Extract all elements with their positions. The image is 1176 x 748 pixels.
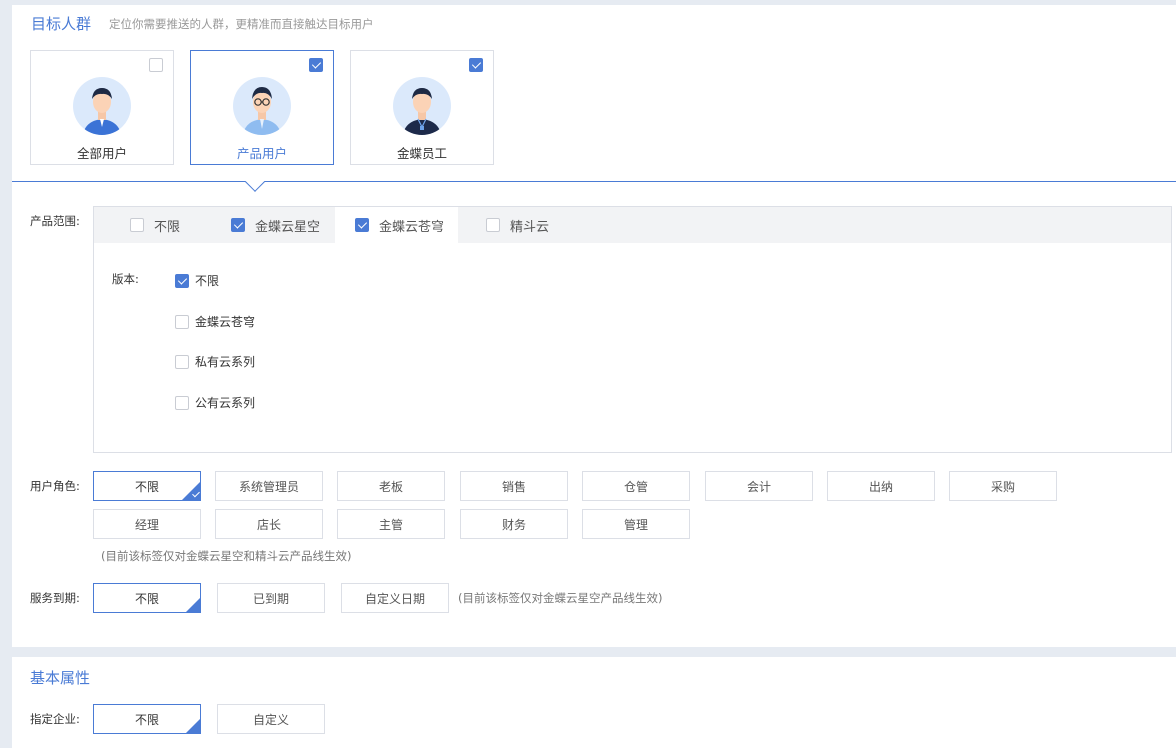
service-tag-label: 不限: [134, 591, 159, 606]
company-tag-unlimited[interactable]: 不限: [93, 704, 201, 734]
version-option-label: 金蝶云苍穹: [195, 315, 256, 329]
audience-label-all-users: 全部用户: [76, 146, 127, 161]
audience-checkbox-kingdee-staff[interactable]: [469, 58, 483, 72]
version-checkbox[interactable]: [175, 354, 189, 369]
staff-avatar-icon: [393, 77, 451, 135]
version-option-cangqiong[interactable]: 金蝶云苍穹: [175, 313, 255, 330]
version-label: 版本:: [112, 272, 139, 286]
section-subtitle-target: 定位你需要推送的人群，更精准而直接触达目标用户: [109, 17, 374, 31]
service-tag-expired[interactable]: 已到期: [217, 583, 325, 613]
role-tag-accountant[interactable]: 会计: [705, 471, 813, 501]
user-with-glasses-avatar-icon: [233, 77, 291, 135]
role-tag-sales[interactable]: 销售: [460, 471, 568, 501]
role-tag-label: 财务: [501, 517, 526, 532]
version-option-unlimited[interactable]: 不限: [175, 272, 219, 289]
role-tag-label: 店长: [256, 517, 281, 532]
product-tab-checkbox[interactable]: [231, 218, 245, 232]
role-tag-label: 仓管: [623, 479, 648, 494]
role-tag-management[interactable]: 管理: [582, 509, 690, 539]
role-tag-label: 经理: [134, 517, 159, 532]
version-option-label: 公有云系列: [195, 396, 256, 410]
check-icon: [192, 489, 200, 498]
role-tag-boss[interactable]: 老板: [337, 471, 445, 501]
product-tab-label: 不限: [154, 219, 181, 235]
service-tag-custom-date[interactable]: 自定义日期: [341, 583, 449, 613]
audience-checkbox-all-users[interactable]: [149, 58, 163, 72]
product-tab-checkbox[interactable]: [130, 218, 144, 232]
audience-card-product-users[interactable]: 产品用户: [190, 50, 334, 165]
service-note: (目前该标签仅对金蝶云星空产品线生效): [458, 591, 663, 605]
role-tag-label: 采购: [990, 479, 1015, 494]
basic-attributes-section: 基本属性 指定企业: 不限 自定义: [12, 657, 1176, 748]
audience-label-product-users: 产品用户: [236, 146, 287, 161]
version-checkbox[interactable]: [175, 395, 189, 410]
product-scope-panel: 不限 金蝶云星空 金蝶云苍穹 精斗云 版本: 不限 金蝶云苍穹 私有云系列 公有…: [93, 206, 1172, 453]
role-tag-finance[interactable]: 财务: [460, 509, 568, 539]
section-title-basic: 基本属性: [30, 669, 91, 687]
role-tag-store-manager[interactable]: 店长: [215, 509, 323, 539]
selection-caret-indicator: [245, 172, 265, 192]
role-tag-label: 系统管理员: [238, 479, 299, 494]
role-tag-label: 不限: [134, 479, 159, 494]
section-title-target: 目标人群: [31, 15, 92, 33]
company-tag-label: 自定义: [252, 712, 289, 727]
user-avatar-icon: [73, 77, 131, 135]
role-tag-label: 会计: [746, 479, 771, 494]
service-tag-label: 自定义日期: [364, 591, 425, 606]
product-scope-label: 产品范围:: [30, 214, 80, 228]
section-divider: [12, 181, 1176, 182]
target-audience-section: 目标人群 定位你需要推送的人群，更精准而直接触达目标用户 全部用户 产品用户 金…: [12, 5, 1176, 647]
product-tabs: 不限 金蝶云星空 金蝶云苍穹 精斗云: [94, 207, 1171, 243]
product-tab-checkbox[interactable]: [355, 218, 369, 232]
product-tab-checkbox[interactable]: [486, 218, 500, 232]
role-tag-label: 管理: [623, 517, 648, 532]
version-option-label: 私有云系列: [195, 355, 256, 369]
product-tab-jingdouyun[interactable]: 精斗云: [486, 207, 549, 243]
audience-card-all-users[interactable]: 全部用户: [30, 50, 174, 165]
service-expiry-label: 服务到期:: [30, 591, 80, 605]
version-option-public-cloud[interactable]: 公有云系列: [175, 394, 255, 411]
role-note: (目前该标签仅对金蝶云星空和精斗云产品线生效): [101, 549, 352, 563]
product-tab-label: 金蝶云苍穹: [379, 219, 445, 235]
role-tag-label: 老板: [378, 479, 403, 494]
role-tag-supervisor[interactable]: 主管: [337, 509, 445, 539]
role-tag-system-admin[interactable]: 系统管理员: [215, 471, 323, 501]
version-option-label: 不限: [195, 274, 220, 288]
service-tag-label: 已到期: [252, 591, 289, 606]
role-tag-purchasing[interactable]: 采购: [949, 471, 1057, 501]
product-tab-kingdee-cloud-cangqiong[interactable]: 金蝶云苍穹: [335, 207, 458, 243]
product-tab-label: 精斗云: [510, 219, 550, 235]
role-tag-label: 主管: [378, 517, 403, 532]
product-tab-kingdee-cloud-galaxy[interactable]: 金蝶云星空: [231, 207, 320, 243]
product-tab-unlimited[interactable]: 不限: [130, 207, 180, 243]
service-tag-unlimited[interactable]: 不限: [93, 583, 201, 613]
version-option-private-cloud[interactable]: 私有云系列: [175, 353, 255, 370]
role-tag-manager[interactable]: 经理: [93, 509, 201, 539]
product-tab-label: 金蝶云星空: [255, 219, 321, 235]
role-tag-label: 销售: [501, 479, 526, 494]
specified-company-label: 指定企业:: [30, 712, 80, 726]
audience-card-kingdee-staff[interactable]: 金蝶员工: [350, 50, 494, 165]
user-role-label: 用户角色:: [30, 479, 80, 493]
audience-checkbox-product-users[interactable]: [309, 58, 323, 72]
company-tag-label: 不限: [134, 712, 159, 727]
role-tag-unlimited[interactable]: 不限: [93, 471, 201, 501]
audience-label-kingdee-staff: 金蝶员工: [396, 146, 447, 161]
version-checkbox[interactable]: [175, 273, 189, 288]
role-tag-cashier[interactable]: 出纳: [827, 471, 935, 501]
version-checkbox[interactable]: [175, 314, 189, 329]
company-tag-custom[interactable]: 自定义: [217, 704, 325, 734]
role-tag-warehouse[interactable]: 仓管: [582, 471, 690, 501]
role-tag-label: 出纳: [868, 479, 893, 494]
